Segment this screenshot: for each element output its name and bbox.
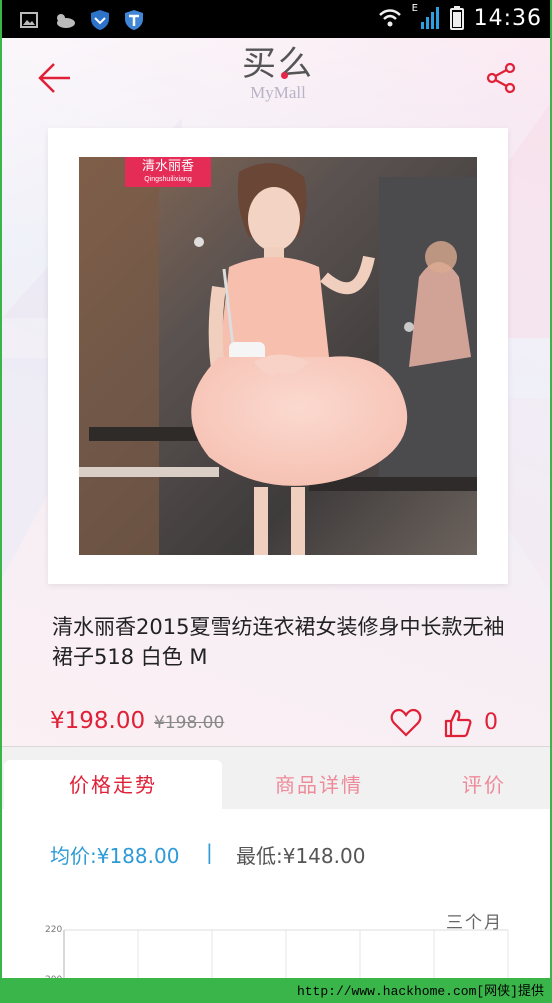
tab-product-details[interactable]: 商品详情 (224, 760, 414, 810)
clock: 14:36 (473, 5, 542, 31)
shield-icon (91, 10, 109, 30)
weather-icon (57, 14, 75, 28)
thumbs-up-icon[interactable] (444, 708, 472, 738)
current-price: ¥198.00 (50, 708, 146, 734)
original-price: ¥198.00 (154, 713, 225, 733)
app-screen: E 14:36 买么 MyMall 清水丽香 Qingshuilixiang 清… (0, 0, 552, 1003)
tab-price-trend[interactable]: 价格走势 (4, 760, 222, 810)
image-icon (20, 12, 38, 28)
product-image-card: 清水丽香 Qingshuilixiang (48, 128, 508, 584)
logo-english: MyMall (250, 83, 306, 102)
top-bar: 买么 MyMall (2, 38, 550, 118)
product-title: 清水丽香2015夏雪纺连衣裙女装修身中长款无袖裙子518 白色 M (52, 615, 505, 669)
status-notifications (20, 9, 144, 31)
status-system: E 14:36 (378, 3, 542, 31)
logo-chinese: 买么 (242, 44, 314, 84)
share-button[interactable] (484, 60, 520, 96)
signal-icon: E (412, 3, 440, 31)
price-row: ¥198.00 ¥198.00 0 (50, 708, 510, 742)
average-price: 均价:¥188.00 (50, 844, 180, 868)
stats-separator: | (206, 840, 213, 864)
product-photo[interactable]: 清水丽香 Qingshuilixiang (79, 157, 477, 555)
watermark-text: http://www.hackhome.com[网侠]提供 (296, 984, 544, 999)
y-tick-label: 220 (45, 925, 62, 935)
minimum-price: 最低:¥148.00 (236, 844, 366, 868)
brand-tag: 清水丽香 Qingshuilixiang (125, 157, 211, 187)
shield-t-icon (125, 10, 143, 30)
dress-photo-illustration (79, 157, 477, 555)
heart-icon[interactable] (390, 708, 422, 738)
logo-accent-dot (281, 72, 288, 79)
app-logo: 买么 MyMall (2, 44, 550, 102)
tab-reviews[interactable]: 评价 (422, 760, 546, 810)
wifi-icon (378, 9, 401, 27)
brand-tag-english: Qingshuilixiang (144, 176, 192, 183)
watermark-bar: http://www.hackhome.com[网侠]提供 (2, 978, 550, 1001)
brand-tag-chinese: 清水丽香 (141, 159, 194, 174)
like-count: 0 (484, 710, 498, 735)
battery-icon (449, 6, 464, 30)
status-bar: E 14:36 (2, 0, 550, 38)
share-icon (486, 62, 516, 94)
